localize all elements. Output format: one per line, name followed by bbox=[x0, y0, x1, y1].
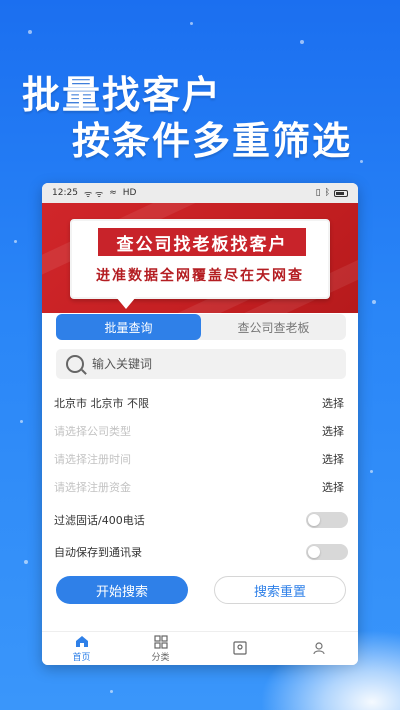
tab-bar: 批量查询 查公司查老板 bbox=[56, 314, 346, 340]
toggle-list: 过滤固话/400电话 自动保存到通讯录 bbox=[54, 505, 348, 569]
start-search-button[interactable]: 开始搜索 bbox=[56, 576, 188, 604]
choose-register-time-button[interactable]: 选择 bbox=[322, 451, 344, 467]
sparkle bbox=[300, 40, 304, 44]
choose-company-type-button[interactable]: 选择 bbox=[322, 423, 344, 439]
promo-banner: 查公司找老板找客户 进准数据全网覆盖尽在天网查 bbox=[42, 203, 358, 313]
signal-icon: ᯤ ᯤ bbox=[83, 189, 104, 200]
sparkle bbox=[372, 300, 376, 304]
vibrate-icon: ▯ bbox=[315, 188, 321, 198]
sparkle bbox=[28, 30, 32, 34]
battery-icon bbox=[334, 189, 348, 197]
tab-batch-query[interactable]: 批量查询 bbox=[56, 314, 201, 340]
sparkle bbox=[190, 22, 193, 25]
register-time-placeholder: 请选择注册时间 bbox=[54, 453, 131, 466]
filter-landline-switch[interactable] bbox=[306, 512, 348, 528]
tab-company-boss[interactable]: 查公司查老板 bbox=[201, 314, 346, 340]
auto-save-switch[interactable] bbox=[306, 544, 348, 560]
search-input[interactable] bbox=[92, 357, 322, 371]
register-capital-placeholder: 请选择注册资金 bbox=[54, 481, 131, 494]
banner-title: 查公司找老板找客户 bbox=[98, 228, 306, 256]
banner-subtitle: 进准数据全网覆盖尽在天网查 bbox=[96, 268, 304, 284]
filter-row-region[interactable]: 北京市 北京市 不限 选择 bbox=[54, 389, 348, 417]
bluetooth-icon: ᛒ bbox=[324, 188, 330, 198]
sparkle bbox=[20, 420, 23, 423]
switch-knob bbox=[308, 514, 320, 526]
region-value: 北京市 北京市 不限 bbox=[54, 397, 149, 410]
auto-save-label: 自动保存到通讯录 bbox=[54, 546, 142, 559]
home-icon bbox=[75, 635, 89, 649]
filter-row-register-time[interactable]: 请选择注册时间 选择 bbox=[54, 445, 348, 473]
contact-card-icon bbox=[232, 641, 247, 655]
speech-bubble: 查公司找老板找客户 进准数据全网覆盖尽在天网查 bbox=[70, 219, 330, 309]
search-icon bbox=[66, 355, 84, 373]
company-type-placeholder: 请选择公司类型 bbox=[54, 425, 131, 438]
nav-category[interactable]: 分类 bbox=[121, 632, 200, 665]
filter-row-register-capital[interactable]: 请选择注册资金 选择 bbox=[54, 473, 348, 501]
sparkle bbox=[370, 470, 373, 473]
choose-register-capital-button[interactable]: 选择 bbox=[322, 479, 344, 495]
nav-home[interactable]: 首页 bbox=[42, 632, 121, 665]
sparkle bbox=[24, 560, 28, 564]
nav-category-label: 分类 bbox=[151, 652, 170, 663]
filter-list: 北京市 北京市 不限 选择 请选择公司类型 选择 请选择注册时间 选择 请选择注… bbox=[54, 389, 348, 501]
sparkle bbox=[110, 690, 113, 693]
corner-glow bbox=[260, 630, 400, 710]
sparkle bbox=[14, 240, 17, 243]
toggle-row-auto-save: 自动保存到通讯录 bbox=[54, 537, 348, 567]
filter-row-company-type[interactable]: 请选择公司类型 选择 bbox=[54, 417, 348, 445]
filter-landline-label: 过滤固话/400电话 bbox=[54, 514, 145, 527]
wifi-icon: ≈ bbox=[109, 188, 117, 198]
phone-screen: 12:25 ᯤ ᯤ ≈ HD ▯ ᛒ 查公司找老板找客户 进准数据全网覆盖尽在天… bbox=[42, 183, 358, 665]
choose-region-button[interactable]: 选择 bbox=[322, 395, 344, 411]
hd-badge: HD bbox=[122, 188, 137, 198]
toggle-row-filter-landline: 过滤固话/400电话 bbox=[54, 505, 348, 535]
status-bar: 12:25 ᯤ ᯤ ≈ HD ▯ ᛒ bbox=[42, 183, 358, 203]
grid-icon bbox=[153, 634, 168, 649]
reset-search-button[interactable]: 搜索重置 bbox=[214, 576, 346, 604]
nav-home-label: 首页 bbox=[72, 652, 91, 663]
headline-line-2: 按条件多重筛选 bbox=[72, 119, 353, 163]
search-box[interactable] bbox=[56, 349, 346, 379]
switch-knob bbox=[308, 546, 320, 558]
status-time: 12:25 bbox=[52, 188, 78, 198]
